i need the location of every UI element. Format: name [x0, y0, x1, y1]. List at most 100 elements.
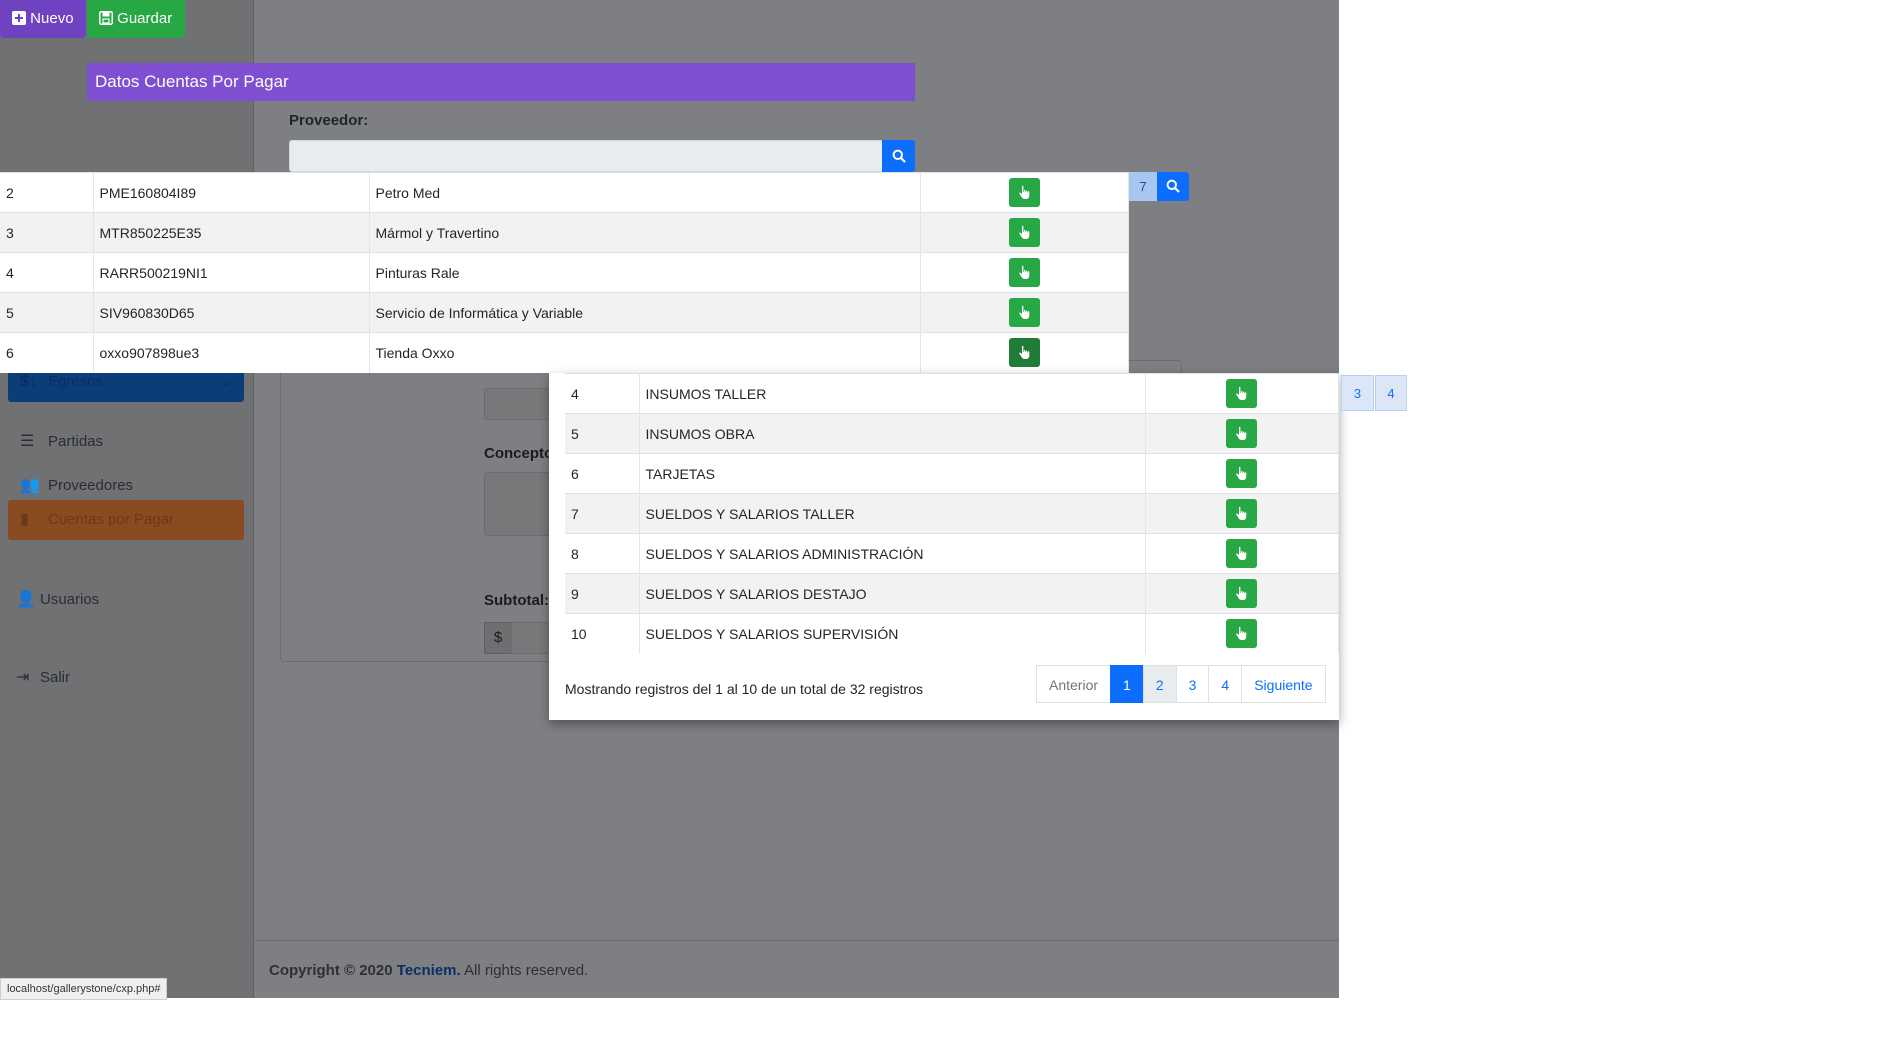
- search-icon: [892, 149, 906, 163]
- select-proveedor-button[interactable]: [1008, 338, 1040, 368]
- partida-id: 8: [565, 533, 640, 574]
- search-button[interactable]: [1157, 172, 1189, 201]
- select-cell: [1145, 573, 1339, 614]
- table-row: 10 SUELDOS Y SALARIOS SUPERVISIÓN: [565, 613, 1339, 654]
- proveedor-input[interactable]: [289, 140, 883, 172]
- page-link-4-fragment[interactable]: 4: [1375, 375, 1407, 411]
- table-row: 2 PME160804I89 Petro Med: [0, 172, 1129, 213]
- select-partida-button[interactable]: [1226, 379, 1258, 408]
- hand-pointer-icon: [1236, 426, 1247, 440]
- select-partida-button[interactable]: [1226, 419, 1258, 448]
- partida-id: 4: [565, 373, 640, 414]
- proveedor-id: 5: [0, 292, 94, 333]
- proveedor-rfc: PME160804I89: [93, 172, 370, 213]
- select-partida-button[interactable]: [1226, 499, 1258, 528]
- select-proveedor-button[interactable]: [1008, 178, 1040, 207]
- select-partida-button[interactable]: [1226, 539, 1258, 568]
- hand-pointer-icon: [1236, 506, 1247, 520]
- sign-out-icon: ⇥: [16, 669, 30, 686]
- pagination-next[interactable]: Siguiente: [1241, 665, 1326, 703]
- select-cell: [920, 172, 1129, 213]
- page-link-2[interactable]: 2: [1142, 665, 1177, 703]
- sidebar-item-partidas[interactable]: ☰ Partidas: [8, 422, 244, 462]
- list-icon: ☰: [20, 433, 35, 450]
- select-proveedor-button[interactable]: [1008, 218, 1040, 247]
- table-row: 5 INSUMOS OBRA: [565, 413, 1339, 454]
- proveedor-search-button[interactable]: [882, 140, 915, 172]
- partida-id: 7: [565, 493, 640, 534]
- pagination: Anterior 1 2 3 4 Siguiente: [1036, 665, 1326, 703]
- table-row: 3 MTR850225E35 Mármol y Travertino: [0, 212, 1129, 253]
- table-row: 6 oxxo907898ue3 Tienda Oxxo: [0, 332, 1129, 373]
- sidebar-item-label: Egresos: [48, 373, 104, 390]
- footer-brand-link[interactable]: Tecniem.: [397, 962, 461, 979]
- hand-pointer-icon: [1018, 225, 1030, 239]
- select-cell: [1145, 533, 1339, 574]
- select-partida-button[interactable]: [1226, 619, 1258, 649]
- select-partida-button[interactable]: [1226, 579, 1258, 608]
- hand-pointer-icon: [1018, 305, 1030, 319]
- sidebar-item-label: Cuentas por Pagar: [48, 511, 174, 528]
- select-cell: [920, 292, 1129, 333]
- sidebar-item-usuarios[interactable]: 👤 Usuarios: [0, 580, 236, 620]
- footer-prefix: Copyright © 2020: [269, 962, 393, 979]
- sidebar: $↓ Egresos ⌄ ☰ Partidas 👥 Proveedores ▮ …: [0, 0, 254, 998]
- proveedor-nombre: Servicio de Informática y Variable: [369, 292, 921, 333]
- select-partida-button[interactable]: [1226, 459, 1258, 488]
- select-proveedor-button[interactable]: [1008, 258, 1040, 287]
- hand-pointer-icon: [1018, 346, 1030, 360]
- records-info: Mostrando registros del 1 al 10 de un to…: [565, 681, 923, 697]
- proveedor-id: 4: [0, 252, 94, 293]
- sidebar-item-cuentas-por-pagar[interactable]: ▮ Cuentas por Pagar: [8, 500, 244, 540]
- hand-pointer-icon: [1236, 627, 1247, 641]
- proveedor-id: 2: [0, 172, 94, 213]
- partida-id: 9: [565, 573, 640, 614]
- pagination-prev[interactable]: Anterior: [1036, 665, 1112, 703]
- select-proveedor-button[interactable]: [1008, 298, 1040, 327]
- sidebar-item-label: Salir: [40, 669, 71, 686]
- table-row: 5 SIV960830D65 Servicio de Informática y…: [0, 292, 1129, 333]
- table-row: 6 TARJETAS: [565, 453, 1339, 494]
- plus-square-icon: [12, 10, 30, 27]
- table-row: 4 INSUMOS TALLER: [565, 373, 1339, 414]
- table-row: 4 RARR500219NI1 Pinturas Rale: [0, 252, 1129, 293]
- page-link-3-fragment[interactable]: 3: [1341, 375, 1374, 411]
- partida-nombre: SUELDOS Y SALARIOS ADMINISTRACIÓN: [639, 533, 1146, 574]
- select-cell: [1145, 413, 1339, 454]
- page-link-7[interactable]: 7: [1129, 172, 1157, 201]
- partida-nombre: SUELDOS Y SALARIOS DESTAJO: [639, 573, 1146, 614]
- page-link-4[interactable]: 4: [1208, 665, 1243, 703]
- nuevo-label: Nuevo: [30, 10, 74, 27]
- guardar-button[interactable]: Guardar: [87, 0, 185, 38]
- proveedor-nombre: Pinturas Rale: [369, 252, 921, 293]
- sidebar-item-label: Proveedores: [48, 477, 134, 494]
- select-cell: [920, 332, 1129, 373]
- save-icon: [99, 10, 117, 27]
- proveedor-nombre: Mármol y Travertino: [369, 212, 921, 253]
- footer-copyright: Copyright © 2020 Tecniem. All rights res…: [269, 962, 588, 979]
- page-link-3[interactable]: 3: [1175, 665, 1210, 703]
- nuevo-button[interactable]: Nuevo: [0, 0, 86, 38]
- partida-nombre: SUELDOS Y SALARIOS SUPERVISIÓN: [639, 613, 1146, 654]
- partidas-table: 4 INSUMOS TALLER 5 INSUMOS OBRA 6 TARJET…: [565, 373, 1339, 654]
- partida-id: 6: [565, 453, 640, 494]
- table-row: 8 SUELDOS Y SALARIOS ADMINISTRACIÓN: [565, 533, 1339, 574]
- hand-pointer-icon: [1236, 466, 1247, 480]
- guardar-label: Guardar: [117, 10, 173, 27]
- hand-pointer-icon: [1236, 386, 1247, 400]
- browser-status-bar: localhost/gallerystone/cxp.php#: [0, 978, 168, 1000]
- sidebar-item-salir[interactable]: ⇥ Salir: [0, 658, 236, 698]
- page-link-1[interactable]: 1: [1110, 665, 1144, 703]
- partida-nombre: SUELDOS Y SALARIOS TALLER: [639, 493, 1146, 534]
- proveedores-table: 2 PME160804I89 Petro Med 3 MTR850225E35 …: [0, 172, 1129, 373]
- hand-pointer-icon: [1018, 185, 1030, 199]
- partida-id: 5: [565, 413, 640, 454]
- proveedor-rfc: MTR850225E35: [93, 212, 370, 253]
- user-gear-icon: 👤: [16, 591, 36, 608]
- proveedor-rfc: RARR500219NI1: [93, 252, 370, 293]
- hand-pointer-icon: [1236, 546, 1247, 560]
- currency-addon: $: [484, 622, 512, 654]
- proveedor-nombre: Tienda Oxxo: [369, 332, 921, 373]
- panel-title: Datos Cuentas Por Pagar: [87, 63, 915, 101]
- select-cell: [920, 252, 1129, 293]
